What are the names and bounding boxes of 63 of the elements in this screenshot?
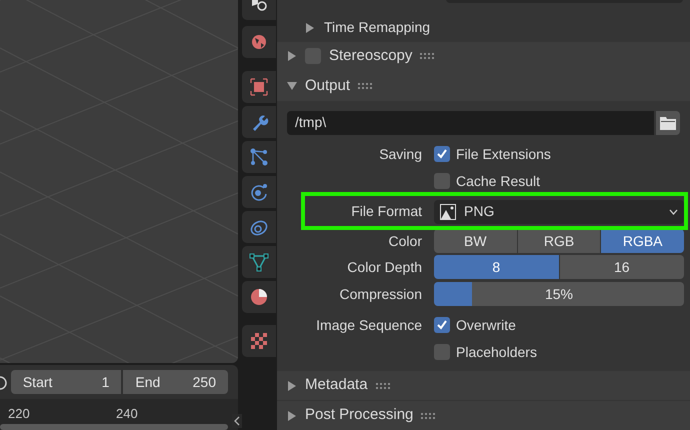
folder-icon [660, 116, 676, 130]
checkbox-label: File Extensions [456, 144, 551, 164]
compression-slider[interactable]: 15% [434, 282, 684, 306]
panel-title: Metadata [305, 375, 368, 396]
field-label: Color [388, 232, 422, 249]
property-tab[interactable] [242, 281, 276, 313]
collapsed-arrow-icon[interactable] [305, 22, 315, 33]
end-frame-field[interactable]: End 250 [123, 370, 228, 394]
folder-button[interactable] [656, 110, 680, 135]
image-icon [440, 204, 456, 220]
field-label: Image Sequence [316, 316, 422, 333]
caret-icon [669, 208, 678, 215]
segment-option[interactable]: RGBA [601, 228, 684, 253]
panel-title: Time Remapping [324, 18, 430, 38]
panel-header[interactable]: Output [277, 71, 690, 101]
field-value: 1 [102, 372, 110, 392]
collapsed-arrow-icon[interactable] [287, 380, 297, 390]
drag-handle-icon[interactable] [358, 82, 372, 89]
dropdown-value: PNG [464, 202, 496, 222]
checkbox[interactable] [434, 344, 450, 360]
field-label: Saving [379, 146, 422, 162]
expanded-arrow-icon[interactable] [287, 80, 297, 91]
panel-header[interactable]: Stereoscopy [277, 42, 690, 72]
segment-option[interactable]: 16 [560, 255, 684, 280]
triangle-vertices-icon [249, 252, 269, 272]
checkbox[interactable] [434, 173, 450, 190]
checkbox-label: Cache Result [456, 172, 540, 191]
panel-title: Post Processing [305, 405, 414, 426]
segment-option[interactable]: RGB [518, 228, 600, 253]
checkbox[interactable] [434, 317, 450, 334]
material-sphere-icon [249, 287, 269, 307]
subpanel-header[interactable]: Time Remapping [277, 14, 690, 42]
segment-option[interactable]: 8 [434, 255, 558, 280]
panel-header[interactable]: Post Processing [277, 400, 690, 430]
file-format-dropdown[interactable]: PNG [434, 200, 684, 224]
field-label: End [135, 372, 160, 392]
square-frame-icon [249, 77, 269, 97]
collapsed-arrow-icon[interactable] [287, 51, 297, 62]
frame-number: 240 [116, 405, 138, 423]
path-field[interactable]: /tmp\ [287, 110, 654, 135]
scrollbar[interactable] [0, 424, 228, 430]
drag-handle-icon[interactable] [421, 412, 436, 419]
physics-orbit-icon [249, 182, 269, 202]
panel-header[interactable]: Metadata [277, 370, 690, 400]
panel-title: Output [305, 76, 350, 96]
frame-number: 220 [8, 405, 30, 423]
segment-option[interactable]: BW [434, 228, 517, 253]
drag-handle-icon[interactable] [420, 53, 434, 60]
collapsed-arrow-icon[interactable] [287, 410, 297, 421]
slider-value: 15% [544, 284, 574, 304]
drag-handle-icon[interactable] [376, 382, 390, 388]
checkbox-label: Placeholders [456, 342, 537, 362]
field-label: File Format [351, 203, 422, 220]
particles-icon [249, 147, 269, 167]
field-value: 250 [192, 372, 216, 392]
property-tab[interactable] [242, 246, 276, 278]
checkbox-label: Overwrite [456, 316, 516, 335]
field-label: Start [22, 372, 52, 392]
checkbox[interactable] [434, 146, 450, 162]
field-label: Compression [340, 286, 422, 302]
field-label: Color Depth [347, 258, 422, 275]
start-frame-field[interactable]: Start 1 [10, 370, 122, 394]
panel-title: Stereoscopy [329, 46, 412, 66]
